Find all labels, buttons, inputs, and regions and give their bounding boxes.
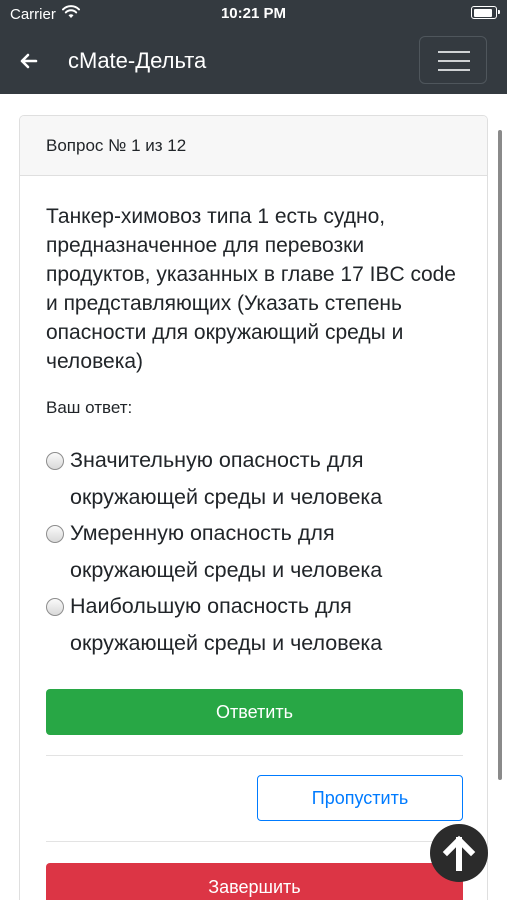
app-title: cMate-Дельта xyxy=(68,48,207,73)
question-text: Танкер-химовоз типа 1 есть судно, предна… xyxy=(46,205,456,373)
answer-option-3[interactable]: Наибольшую опасность для окружающей сред… xyxy=(46,588,466,661)
answer-button[interactable]: Ответить xyxy=(46,689,463,735)
question-card: Вопрос № 1 из 12 Танкер-химовоз типа 1 е… xyxy=(19,115,488,900)
answer-option-label: Значительную опасность для окружающей ср… xyxy=(70,448,383,509)
back-arrow-icon[interactable] xyxy=(14,46,44,76)
arrow-up-icon xyxy=(430,835,488,886)
menu-icon[interactable] xyxy=(419,36,487,84)
status-bar: Carrier 10:21 PM xyxy=(0,0,507,28)
answer-option-1[interactable]: Значительную опасность для окружающей ср… xyxy=(46,442,466,515)
battery-level-fill xyxy=(473,8,492,17)
radio-icon[interactable] xyxy=(46,525,64,543)
scroll-to-top-button[interactable] xyxy=(430,824,488,882)
scroll-indicator[interactable] xyxy=(498,130,502,780)
answer-option-label: Умеренную опасность для окружающей среды… xyxy=(70,521,383,582)
skip-button[interactable]: Пропустить xyxy=(257,775,463,821)
divider xyxy=(46,755,463,756)
finish-button[interactable]: Завершить xyxy=(46,863,463,900)
divider xyxy=(46,841,463,842)
navbar: cMate-Дельта xyxy=(0,28,507,94)
answer-option-label: Наибольшую опасность для окружающей сред… xyxy=(70,594,383,655)
battery-icon xyxy=(471,6,500,19)
answer-label: Ваш ответ: xyxy=(46,398,133,417)
status-time: 10:21 PM xyxy=(220,5,287,22)
question-counter: Вопрос № 1 из 12 xyxy=(20,116,487,176)
radio-icon[interactable] xyxy=(46,598,64,616)
radio-icon[interactable] xyxy=(46,452,64,470)
answer-option-2[interactable]: Умеренную опасность для окружающей среды… xyxy=(46,515,466,588)
